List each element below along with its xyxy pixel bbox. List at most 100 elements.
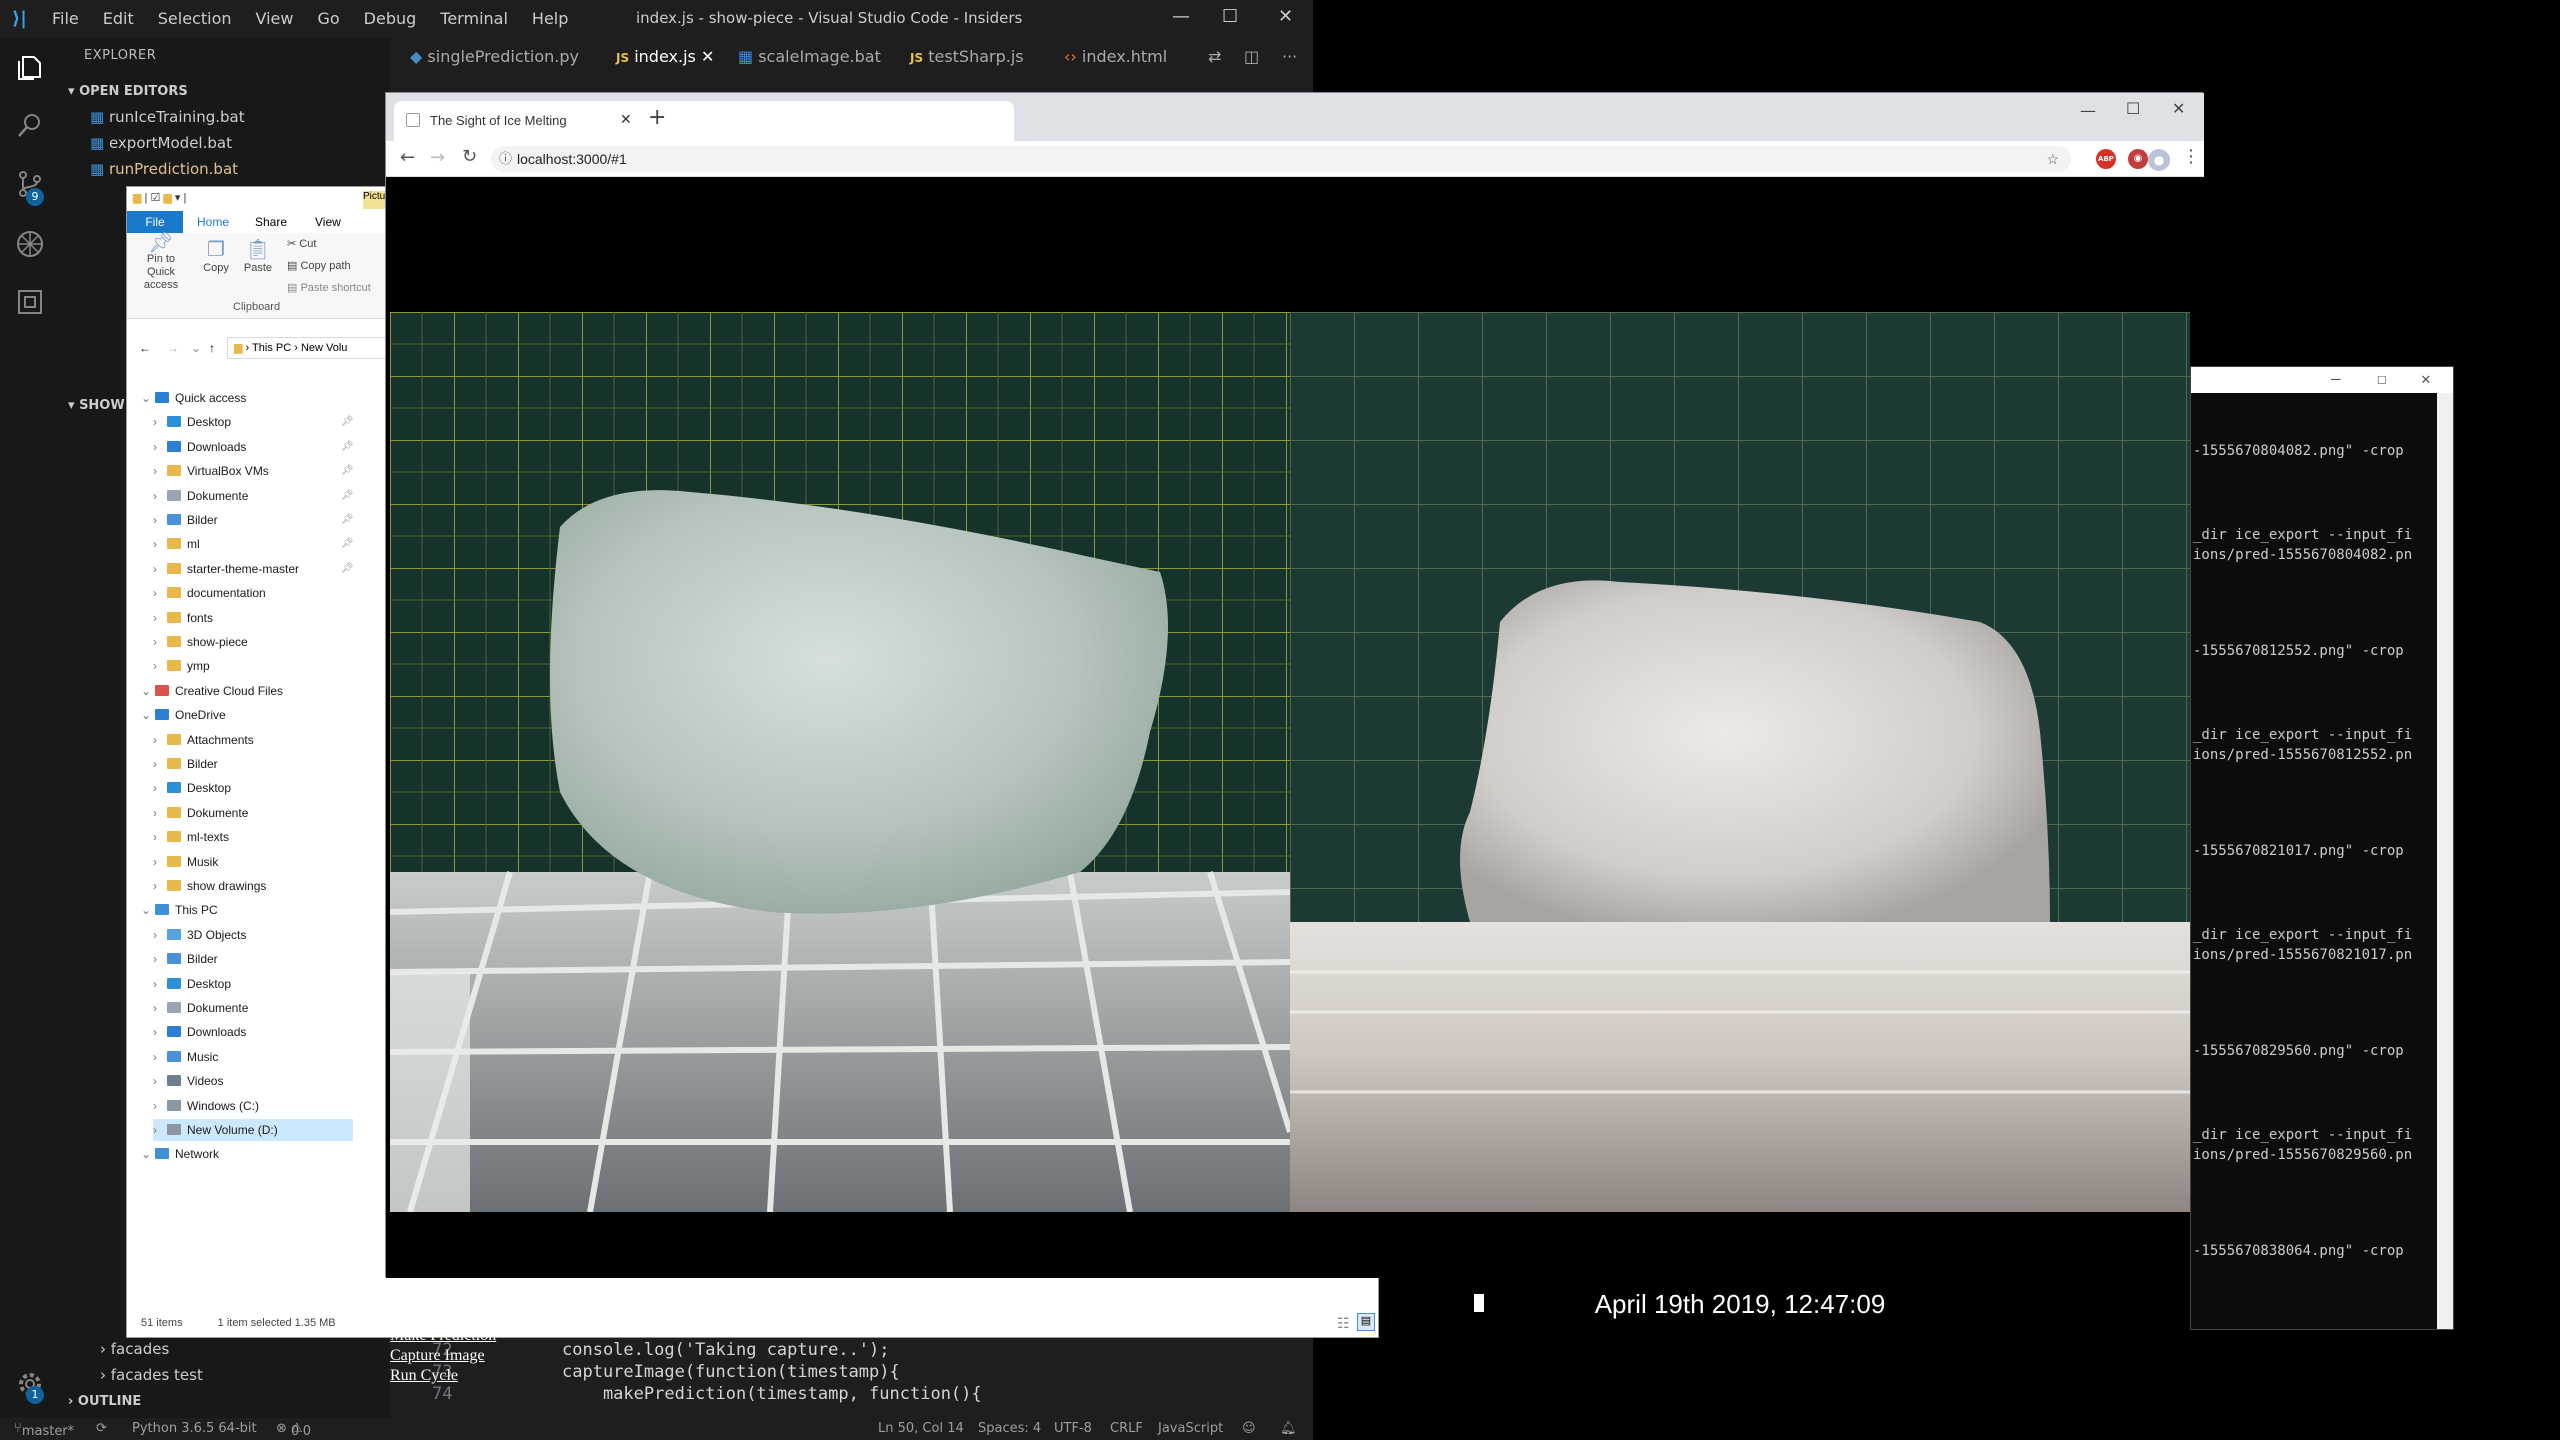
new-tab-button[interactable]: + [648,105,666,130]
expand-chevron-icon[interactable]: › [153,411,167,433]
feedback-icon[interactable]: ☺ [1242,1421,1256,1436]
tree-item[interactable]: › fonts [153,607,213,629]
properties-icon[interactable]: ☑ [150,192,160,204]
tab-indexhtml[interactable]: ‹› index.html [1064,47,1167,66]
expand-chevron-icon[interactable]: › [153,826,167,848]
ribbon-tab-file[interactable]: File [127,211,183,233]
tree-item[interactable]: › Bilder [153,948,218,970]
picture-tools-tab[interactable]: Pictu [363,191,387,209]
indentation[interactable]: Spaces: 4 [978,1421,1041,1436]
make-prediction-link[interactable]: Make Prediction [390,1327,496,1345]
maximize-button[interactable]: ☐ [2377,369,2387,388]
minimize-button[interactable]: — [1172,6,1190,27]
tree-item[interactable]: › Desktop [153,973,231,995]
tree-item[interactable]: › ml 📌︎ [153,533,354,555]
back-arrow-icon[interactable]: ← [139,341,151,355]
expand-chevron-icon[interactable]: › [153,753,167,775]
sync-icon[interactable]: ⟳ [96,1421,107,1436]
menu-kebab-icon[interactable]: ⋮ [2182,146,2200,167]
forward-arrow-icon[interactable]: → [167,341,179,355]
expand-chevron-icon[interactable]: › [153,1070,167,1092]
expand-chevron-icon[interactable]: ⌄ [141,1143,155,1165]
tab-scaleimage[interactable]: ▦ scaleImage.bat [738,47,881,66]
tree-item[interactable]: › starter-theme-master 📌︎ [153,558,354,580]
line-ending[interactable]: CRLF [1110,1421,1143,1436]
ribbon-tab-share[interactable]: Share [255,215,287,229]
tree-item[interactable]: › ml-texts [153,826,229,848]
expand-chevron-icon[interactable]: ⌄ [141,680,155,702]
expand-chevron-icon[interactable]: ⌄ [141,387,155,409]
menu-file[interactable]: File [52,9,79,28]
expand-chevron-icon[interactable]: › [153,1119,167,1141]
tree-item[interactable]: › ymp [153,655,210,677]
back-arrow-icon[interactable]: ← [400,147,415,168]
ribbon-tab-home[interactable]: Home [197,215,229,229]
tree-item[interactable]: › Windows (C:) [153,1095,259,1117]
compare-icon[interactable]: ⇄ [1208,47,1221,66]
close-tab-icon[interactable]: ✕ [620,111,632,128]
expand-chevron-icon[interactable]: › [153,631,167,653]
expand-chevron-icon[interactable]: › [153,1095,167,1117]
expand-chevron-icon[interactable]: › [153,460,167,482]
split-editor-icon[interactable]: ◫ [1244,47,1259,66]
expand-chevron-icon[interactable]: › [153,973,167,995]
tab-singleprediction[interactable]: ◆ singlePrediction.py [410,47,579,66]
expand-chevron-icon[interactable]: › [153,802,167,824]
paste-shortcut-button[interactable]: ▤ Paste shortcut [287,281,371,294]
bookmark-star-icon[interactable]: ☆ [2046,146,2059,172]
cut-button[interactable]: ✂ Cut [287,237,316,250]
menu-selection[interactable]: Selection [158,9,232,28]
open-editors-section[interactable]: ▾ OPEN EDITORS [68,84,188,99]
tree-item[interactable]: › New Volume (D:) [153,1119,353,1141]
tree-item[interactable]: ⌄ Network [141,1143,219,1165]
folder-item[interactable]: › facades test [100,1366,203,1384]
expand-chevron-icon[interactable]: › [153,875,167,897]
tree-item[interactable]: › VirtualBox VMs 📌︎ [153,460,354,482]
copy-button[interactable]: ❐ Copy [199,237,233,274]
run-cycle-link[interactable]: Run Cycle [390,1367,458,1385]
tree-item[interactable]: › documentation [153,582,266,604]
expand-chevron-icon[interactable]: › [153,533,167,555]
tree-item[interactable]: › Dokumente [153,802,248,824]
menu-view[interactable]: View [256,9,294,28]
problems-status[interactable]: ⊗ 0 ⚠ 0 [276,1421,311,1439]
tree-item[interactable]: › Bilder [153,753,218,775]
minimize-button[interactable]: — [2331,369,2341,388]
expand-chevron-icon[interactable]: › [153,436,167,458]
expand-chevron-icon[interactable]: › [153,558,167,580]
menu-help[interactable]: Help [532,9,568,28]
close-button[interactable]: ✕ [1278,6,1293,27]
extensions-icon[interactable] [12,284,48,320]
code-editor[interactable]: 72 console.log('Taking capture..'); 73 c… [390,1330,1313,1418]
expand-chevron-icon[interactable]: › [153,655,167,677]
adblock-extension-icon[interactable]: ABP [2096,149,2116,169]
extension-icon[interactable]: ◉ [2128,149,2148,169]
tree-item[interactable]: › Downloads 📌︎ [153,436,354,458]
tree-item[interactable]: › Attachments [153,729,254,751]
expand-chevron-icon[interactable]: › [153,729,167,751]
pin-quick-access-button[interactable]: 📌︎ Pin to Quick access [133,233,189,292]
minimize-button[interactable]: — [2080,101,2096,120]
menu-edit[interactable]: Edit [103,9,134,28]
menu-terminal[interactable]: Terminal [440,9,508,28]
profile-avatar[interactable]: ● [2148,149,2170,171]
expand-chevron-icon[interactable]: › [153,851,167,873]
tab-indexjs-active[interactable]: JS index.js ✕ [616,47,714,66]
expand-chevron-icon[interactable]: › [153,1046,167,1068]
maximize-button[interactable]: ☐ [2126,99,2140,118]
ribbon-tab-view[interactable]: View [315,215,341,229]
expand-chevron-icon[interactable]: › [153,948,167,970]
tree-item[interactable]: › Dokumente [153,997,248,1019]
explorer-icon[interactable] [12,50,48,86]
tree-item[interactable]: ⌄ OneDrive [141,704,226,726]
tree-item[interactable]: › Music [153,1046,218,1068]
new-folder-icon[interactable]: ▆ [163,192,171,204]
capture-image-link[interactable]: Capture Image [390,1347,485,1365]
show-piece-section[interactable]: ▾ SHOW [68,398,125,413]
menu-debug[interactable]: Debug [364,9,417,28]
tree-item[interactable]: › Downloads [153,1021,246,1043]
expand-chevron-icon[interactable]: › [153,485,167,507]
expand-chevron-icon[interactable]: › [153,997,167,1019]
close-tab-icon[interactable]: ✕ [701,47,714,66]
tree-item[interactable]: ⌄ This PC [141,899,218,921]
